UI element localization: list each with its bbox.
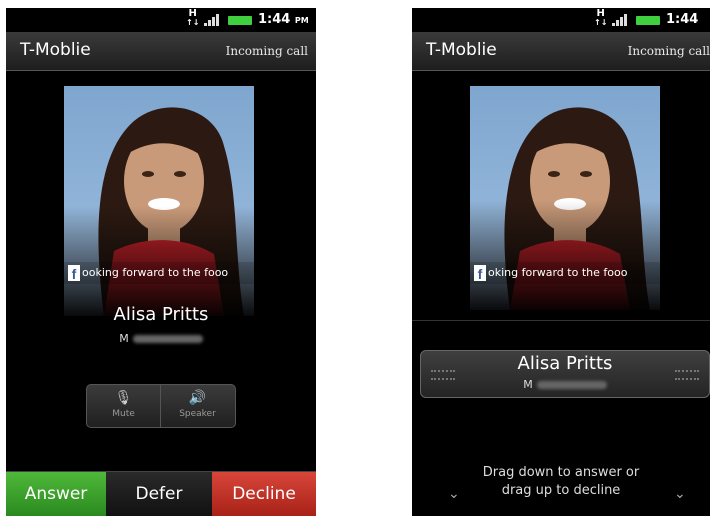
clock: 1:44 PM [258,12,309,27]
call-state: Incoming call [627,44,710,58]
network-type-icon: H ↑↓ [186,8,200,28]
caller-name: Alisa Pritts [113,304,209,325]
battery-icon [228,16,252,25]
call-state: Incoming call [225,44,308,58]
speaker-button[interactable]: 🔊 Speaker [161,385,234,427]
facebook-icon: f [68,265,80,282]
carrier-name: T-Moblie [426,40,497,60]
caller-photo: f ooking forward to the fooo [64,86,254,316]
chevron-down-icon: ⌄ [448,486,460,502]
caller-number: M [421,378,709,391]
caller-number: M [6,332,316,345]
network-type-icon: H ↑↓ [594,8,608,28]
facebook-status-message: f ooking forward to the fooo [64,262,254,284]
speaker-icon: 🔊 [188,390,207,406]
status-bar: H↑↓ 1:44 PM [6,8,316,32]
facebook-icon: f [474,265,486,282]
caller-slider-card[interactable]: Alisa Pritts M [420,350,710,398]
battery-icon [636,16,660,25]
call-action-bar: Answer Defer Decline [6,471,316,516]
defer-button[interactable]: Defer [106,472,212,516]
incoming-call-screen-slider: H↑↓ 1:44 PM T-Moblie Incoming call f oki… [412,8,710,516]
signal-icon [612,14,628,26]
chevron-down-icon: ⌄ [674,486,686,502]
signal-icon [204,14,220,26]
incoming-call-screen-buttons: H ↑↓ 1:44 PM T-Moblie Incoming call f ook… [6,8,316,516]
carrier-bar: T-Moblie Incoming call [6,32,316,71]
decline-button[interactable]: Decline [212,472,316,516]
mute-button[interactable]: 🎙 Mute [87,385,161,427]
facebook-status-message: f oking forward to the fooo [470,262,660,284]
status-bar: H↑↓ 1:44 PM [412,8,710,40]
answer-button[interactable]: Answer [6,472,106,516]
divider [412,320,710,321]
carrier-bar: T-Moblie Incoming call [412,32,710,71]
caller-photo: f oking forward to the fooo [470,86,660,310]
microphone-icon: 🎙 [114,390,133,406]
audio-controls: 🎙 Mute 🔊 Speaker [86,384,236,428]
carrier-name: T-Moblie [20,40,91,60]
caller-name: Alisa Pritts [517,353,613,374]
